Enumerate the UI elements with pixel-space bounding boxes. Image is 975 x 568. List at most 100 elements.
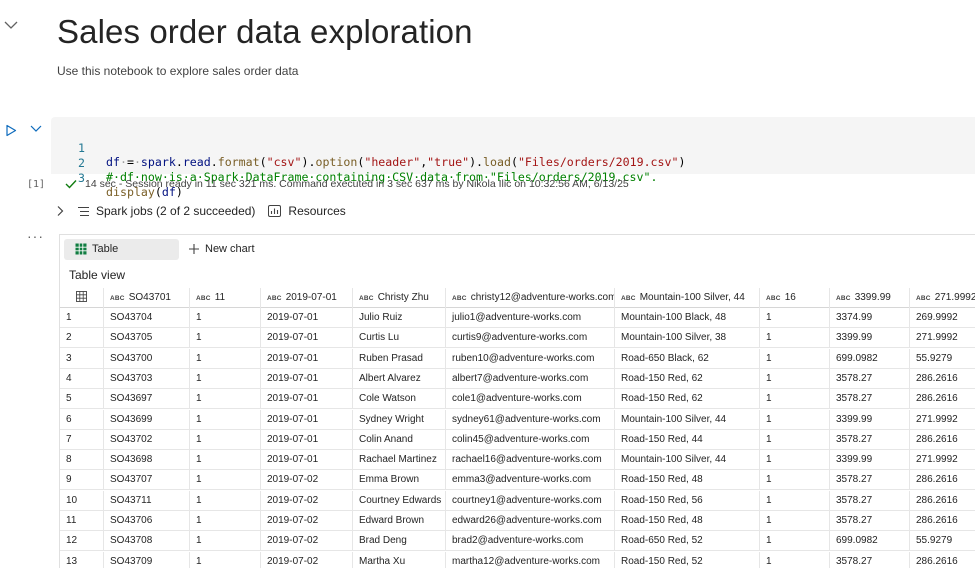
table-cell[interactable]: 1 xyxy=(760,429,830,450)
table-row[interactable]: 12 SO43708 1 2019-07-02 Brad Deng brad2@adven… xyxy=(60,531,975,552)
table-cell[interactable]: Albert Alvarez xyxy=(353,368,446,389)
table-cell[interactable]: 3374.99 xyxy=(830,308,910,328)
table-cell[interactable]: 3578.27 xyxy=(830,368,910,389)
table-cell[interactable]: Brad Deng xyxy=(353,531,446,552)
row-index[interactable]: 2 xyxy=(60,328,104,349)
column-header[interactable]: ABC 16 xyxy=(760,288,830,308)
table-cell[interactable]: Courtney Edwards xyxy=(353,490,446,511)
table-cell[interactable]: 55.9279 xyxy=(910,531,975,551)
table-cell[interactable]: Edward Brown xyxy=(353,511,446,531)
table-cell[interactable]: SO43699 xyxy=(104,409,190,430)
column-header[interactable]: ABC 11 xyxy=(190,288,261,308)
table-cell[interactable]: SO43698 xyxy=(104,450,190,471)
table-cell[interactable]: 3578.27 xyxy=(830,389,910,410)
collapse-chevron-icon[interactable] xyxy=(3,18,19,32)
code-editor[interactable]: 1 df·=·spark.read.format("csv").option("… xyxy=(51,117,975,199)
table-cell[interactable]: Emma Brown xyxy=(353,470,446,491)
table-row[interactable]: 2 SO43705 1 2019-07-01 Curtis Lu curtis9@adve… xyxy=(60,328,975,349)
table-cell[interactable]: Rachael Martinez xyxy=(353,450,446,471)
table-cell[interactable]: 269.9992 xyxy=(910,308,975,328)
table-cell[interactable]: 2019-07-01 xyxy=(261,409,353,430)
table-cell[interactable]: 1 xyxy=(190,308,261,328)
table-row[interactable]: 13 SO43709 1 2019-07-02 Martha Xu martha12@ad… xyxy=(60,551,975,568)
table-cell[interactable]: 2019-07-01 xyxy=(261,328,353,349)
table-cell[interactable]: Julio Ruiz xyxy=(353,308,446,328)
table-cell[interactable]: 1 xyxy=(190,450,261,471)
row-index[interactable]: 11 xyxy=(60,511,104,531)
table-cell[interactable]: Colin Anand xyxy=(353,429,446,450)
table-cell[interactable]: 3578.27 xyxy=(830,511,910,531)
table-cell[interactable]: brad2@adventure-works.com xyxy=(446,531,615,552)
table-cell[interactable]: Cole Watson xyxy=(353,389,446,410)
table-cell[interactable]: 1 xyxy=(760,328,830,349)
table-cell[interactable]: 699.0982 xyxy=(830,348,910,369)
table-cell[interactable]: 286.2616 xyxy=(910,470,975,490)
resources-label[interactable]: Resources xyxy=(288,204,345,218)
row-index[interactable]: 8 xyxy=(60,450,104,471)
table-cell[interactable]: curtis9@adventure-works.com xyxy=(446,328,615,349)
table-cell[interactable]: SO43700 xyxy=(104,348,190,369)
table-cell[interactable]: Road-150 Red, 62 xyxy=(615,389,760,410)
new-chart-button[interactable]: New chart xyxy=(188,243,255,255)
table-row[interactable]: 6 SO43699 1 2019-07-01 Sydney Wright sydney61… xyxy=(60,409,975,430)
table-cell[interactable]: rachael16@adventure-works.com xyxy=(446,450,615,471)
table-cell[interactable]: 3399.99 xyxy=(830,450,910,471)
column-header[interactable]: ABC Christy Zhu xyxy=(353,288,446,308)
table-cell[interactable]: martha12@adventure-works.com xyxy=(446,551,615,568)
row-index[interactable]: 9 xyxy=(60,470,104,491)
column-header[interactable]: ABC 3399.99 xyxy=(830,288,910,308)
column-header[interactable]: ABC christy12@adventure-works.com xyxy=(446,288,615,308)
table-row[interactable]: 4 SO43703 1 2019-07-01 Albert Alvarez albert7… xyxy=(60,368,975,389)
table-cell[interactable]: courtney1@adventure-works.com xyxy=(446,490,615,511)
table-row[interactable]: 11 SO43706 1 2019-07-02 Edward Brown edward26… xyxy=(60,511,975,531)
table-cell[interactable]: Curtis Lu xyxy=(353,328,446,349)
table-cell[interactable]: Mountain-100 Silver, 38 xyxy=(615,328,760,349)
table-cell[interactable]: 3399.99 xyxy=(830,409,910,430)
table-cell[interactable]: emma3@adventure-works.com xyxy=(446,470,615,491)
table-cell[interactable]: SO43709 xyxy=(104,551,190,568)
run-cell-icon[interactable] xyxy=(5,124,17,137)
table-cell[interactable]: 1 xyxy=(760,348,830,369)
table-cell[interactable]: 2019-07-01 xyxy=(261,389,353,410)
row-index[interactable]: 13 xyxy=(60,551,104,568)
tab-table[interactable]: Table xyxy=(64,238,179,260)
table-row[interactable]: 5 SO43697 1 2019-07-01 Cole Watson cole1@adve… xyxy=(60,389,975,410)
table-cell[interactable]: 1 xyxy=(190,429,261,450)
table-cell[interactable]: 1 xyxy=(190,551,261,568)
table-cell[interactable]: Martha Xu xyxy=(353,551,446,568)
table-cell[interactable]: ruben10@adventure-works.com xyxy=(446,348,615,369)
table-cell[interactable]: Ruben Prasad xyxy=(353,348,446,369)
select-all-cell[interactable] xyxy=(60,288,104,308)
table-cell[interactable]: 1 xyxy=(190,328,261,349)
table-row[interactable]: 9 SO43707 1 2019-07-02 Emma Brown emma3@adven… xyxy=(60,470,975,491)
table-cell[interactable]: 286.2616 xyxy=(910,491,975,511)
table-cell[interactable]: Road-150 Red, 56 xyxy=(615,490,760,511)
table-cell[interactable]: Mountain-100 Black, 48 xyxy=(615,308,760,328)
table-cell[interactable]: SO43706 xyxy=(104,511,190,531)
row-index[interactable]: 1 xyxy=(60,308,104,328)
row-index[interactable]: 6 xyxy=(60,409,104,430)
table-cell[interactable]: 1 xyxy=(190,389,261,410)
table-cell[interactable]: 271.9992 xyxy=(910,328,975,348)
table-row[interactable]: 7 SO43702 1 2019-07-01 Colin Anand colin45@ad… xyxy=(60,429,975,450)
table-cell[interactable]: cole1@adventure-works.com xyxy=(446,389,615,410)
table-cell[interactable]: 3578.27 xyxy=(830,490,910,511)
table-row[interactable]: 3 SO43700 1 2019-07-01 Ruben Prasad ruben10@a… xyxy=(60,348,975,369)
row-index[interactable]: 4 xyxy=(60,368,104,389)
table-cell[interactable]: 2019-07-02 xyxy=(261,531,353,552)
table-cell[interactable]: Mountain-100 Silver, 44 xyxy=(615,409,760,430)
cell-collapse-chevron-icon[interactable] xyxy=(29,124,43,134)
table-cell[interactable]: 286.2616 xyxy=(910,430,975,450)
table-cell[interactable]: 1 xyxy=(190,511,261,531)
table-cell[interactable]: 1 xyxy=(760,450,830,471)
table-cell[interactable]: Road-650 Red, 52 xyxy=(615,531,760,552)
table-cell[interactable]: Road-150 Red, 44 xyxy=(615,429,760,450)
table-cell[interactable]: Mountain-100 Silver, 44 xyxy=(615,450,760,471)
table-cell[interactable]: 1 xyxy=(190,531,261,552)
table-cell[interactable]: 3399.99 xyxy=(830,328,910,349)
more-options-icon[interactable]: ··· xyxy=(27,228,44,244)
table-cell[interactable]: SO43702 xyxy=(104,429,190,450)
table-cell[interactable]: 3578.27 xyxy=(830,551,910,568)
table-cell[interactable]: 1 xyxy=(760,389,830,410)
table-cell[interactable]: 271.9992 xyxy=(910,410,975,430)
